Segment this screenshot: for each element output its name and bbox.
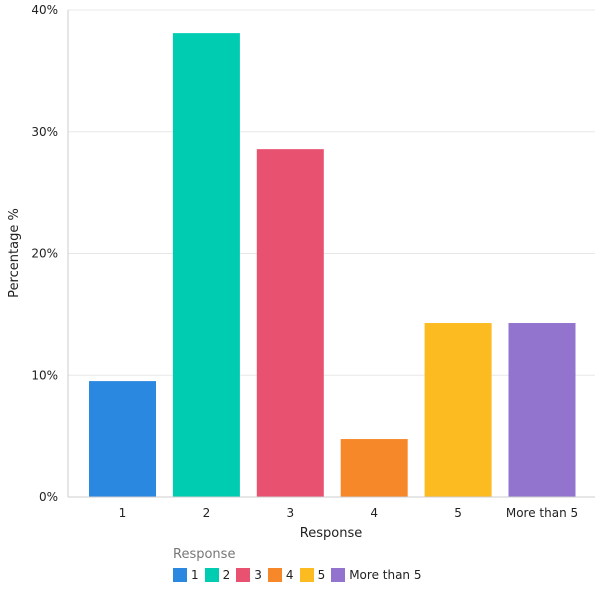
legend-swatch xyxy=(299,568,314,582)
bar-4[interactable] xyxy=(340,439,408,497)
legend-item[interactable]: 5 xyxy=(299,568,326,582)
y-axis-title: Percentage % xyxy=(7,208,22,298)
gridlines xyxy=(68,9,595,376)
bar-more-than-5[interactable] xyxy=(508,323,576,497)
legend-swatch xyxy=(236,568,251,582)
x-tick-label: 3 xyxy=(286,506,294,520)
legend-label: More than 5 xyxy=(349,568,422,582)
y-tick-label: 0% xyxy=(39,490,58,504)
legend-item[interactable]: 3 xyxy=(236,568,262,582)
y-tick-label: 40% xyxy=(31,3,58,17)
x-tick-label: 2 xyxy=(203,506,211,520)
legend-swatch xyxy=(331,568,346,582)
y-tick-label: 30% xyxy=(31,125,58,139)
legend: Response 1 2 3 4 5 More than 5 xyxy=(173,547,427,582)
legend-label: 1 xyxy=(191,568,199,582)
bar-1[interactable] xyxy=(89,381,156,497)
x-tick-labels: 1 2 3 4 5 More than 5 xyxy=(119,506,578,520)
legend-label: 5 xyxy=(317,568,326,582)
y-tick-label: 10% xyxy=(31,368,58,382)
legend-item[interactable]: 4 xyxy=(267,568,294,582)
x-axis-title: Response xyxy=(300,526,362,541)
bar-chart: 0% 10% 20% 30% 40% 1 2 3 4 5 More than 5 Response… xyxy=(7,3,595,541)
legend-item[interactable]: 2 xyxy=(204,568,231,582)
bar-5[interactable] xyxy=(424,323,492,497)
legend-label: 3 xyxy=(254,568,262,582)
y-tick-labels: 0% 10% 20% 30% 40% xyxy=(31,3,58,504)
legend-title: Response xyxy=(173,547,236,562)
bar-3[interactable] xyxy=(256,149,324,497)
legend-item[interactable]: More than 5 xyxy=(331,568,421,582)
legend-swatch xyxy=(173,568,187,582)
legend-label: 2 xyxy=(222,568,231,582)
bar-2[interactable] xyxy=(172,33,240,497)
legend-swatch xyxy=(204,568,219,582)
y-tick-label: 20% xyxy=(31,247,58,261)
bars xyxy=(89,33,576,497)
legend-items: 1 2 3 4 5 More than 5 xyxy=(173,568,427,582)
x-tick-label: 4 xyxy=(370,506,378,520)
legend-swatch xyxy=(267,568,282,582)
legend-label: 4 xyxy=(285,568,294,582)
x-tick-label: 1 xyxy=(119,506,127,520)
legend-item[interactable]: 1 xyxy=(173,568,199,582)
x-tick-label: 5 xyxy=(454,506,462,520)
x-tick-label: More than 5 xyxy=(506,506,578,520)
